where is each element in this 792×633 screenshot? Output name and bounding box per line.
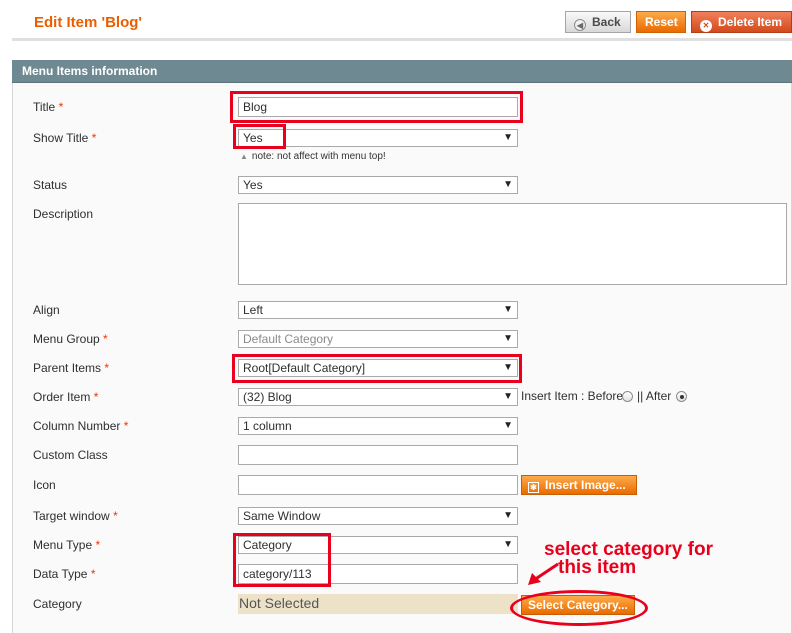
- delete-item-button[interactable]: ✕ Delete Item: [691, 11, 792, 33]
- dropdown-caret-icon: ▼: [503, 391, 513, 402]
- reset-button[interactable]: Reset: [636, 11, 686, 33]
- title-divider: [12, 38, 792, 41]
- menu-group-select[interactable]: Default Category ▼: [238, 330, 518, 348]
- description-label: Description: [33, 207, 94, 221]
- title-label: Title *: [33, 100, 64, 114]
- menu-group-label: Menu Group *: [33, 332, 108, 346]
- category-label: Category: [33, 597, 82, 611]
- custom-class-input[interactable]: [238, 445, 518, 465]
- menu-type-label: Menu Type *: [33, 538, 101, 552]
- delete-icon: ✕: [700, 20, 712, 32]
- page-title: Edit Item 'Blog': [34, 14, 142, 31]
- data-type-input[interactable]: category/113: [238, 564, 518, 584]
- back-arrow-icon: ◀: [574, 19, 586, 31]
- insert-after-radio[interactable]: [676, 391, 687, 402]
- select-category-button[interactable]: Select Category...: [521, 595, 635, 615]
- dropdown-caret-icon: ▼: [503, 510, 513, 521]
- description-textarea[interactable]: [238, 203, 787, 285]
- icon-input[interactable]: [238, 475, 518, 495]
- annotation-text: select category for this item: [544, 540, 764, 578]
- order-item-select[interactable]: (32) Blog ▼: [238, 388, 518, 406]
- target-window-value: Same Window: [243, 509, 321, 523]
- column-number-label: Column Number *: [33, 419, 129, 433]
- data-type-label: Data Type *: [33, 567, 96, 581]
- target-window-select[interactable]: Same Window ▼: [238, 507, 518, 525]
- show-title-label: Show Title *: [33, 131, 97, 145]
- category-value: Not Selected: [238, 594, 518, 614]
- back-button-label: Back: [592, 15, 621, 29]
- insert-before-label: Insert Item : Before: [521, 389, 624, 403]
- insert-before-radio[interactable]: [622, 391, 633, 402]
- annotation-arrow-icon: [528, 562, 559, 585]
- note-arrow-icon: ▲: [240, 152, 248, 161]
- annotation-line-2: this item: [558, 557, 637, 578]
- dropdown-caret-icon: ▼: [503, 132, 513, 143]
- show-title-select[interactable]: Yes ▼: [238, 129, 518, 147]
- show-title-note: ▲ note: not affect with menu top!: [240, 151, 386, 162]
- insert-image-button[interactable]: ✱ Insert Image...: [521, 475, 637, 495]
- parent-items-value: Root[Default Category]: [243, 361, 366, 375]
- status-value: Yes: [243, 178, 263, 192]
- back-button[interactable]: ◀ Back: [565, 11, 631, 33]
- menu-group-value: Default Category: [243, 332, 334, 346]
- dropdown-caret-icon: ▼: [503, 539, 513, 550]
- column-number-value: 1 column: [243, 419, 292, 433]
- menu-type-select[interactable]: Category ▼: [238, 536, 518, 554]
- order-item-value: (32) Blog: [243, 390, 292, 404]
- show-title-value: Yes: [243, 131, 263, 145]
- dropdown-caret-icon: ▼: [503, 179, 513, 190]
- parent-items-label: Parent Items *: [33, 361, 110, 375]
- order-item-label: Order Item *: [33, 390, 99, 404]
- insert-image-icon: ✱: [528, 482, 539, 493]
- align-select[interactable]: Left ▼: [238, 301, 518, 319]
- insert-after-label: || After: [637, 389, 672, 403]
- section-header: Menu Items information: [12, 60, 792, 83]
- delete-button-label: Delete Item: [718, 15, 783, 29]
- status-label: Status: [33, 178, 68, 192]
- status-select[interactable]: Yes ▼: [238, 176, 518, 194]
- target-window-label: Target window *: [33, 509, 118, 523]
- parent-items-select[interactable]: Root[Default Category] ▼: [238, 359, 518, 377]
- dropdown-caret-icon: ▼: [503, 362, 513, 373]
- custom-class-label: Custom Class: [33, 448, 108, 462]
- menu-type-value: Category: [243, 538, 292, 552]
- dropdown-caret-icon: ▼: [503, 304, 513, 315]
- dropdown-caret-icon: ▼: [503, 333, 513, 344]
- insert-image-label: Insert Image...: [545, 478, 626, 492]
- align-value: Left: [243, 303, 264, 317]
- dropdown-caret-icon: ▼: [503, 420, 513, 431]
- column-number-select[interactable]: 1 column ▼: [238, 417, 518, 435]
- icon-label: Icon: [33, 478, 56, 492]
- title-input[interactable]: Blog: [238, 97, 518, 117]
- align-label: Align: [33, 303, 60, 317]
